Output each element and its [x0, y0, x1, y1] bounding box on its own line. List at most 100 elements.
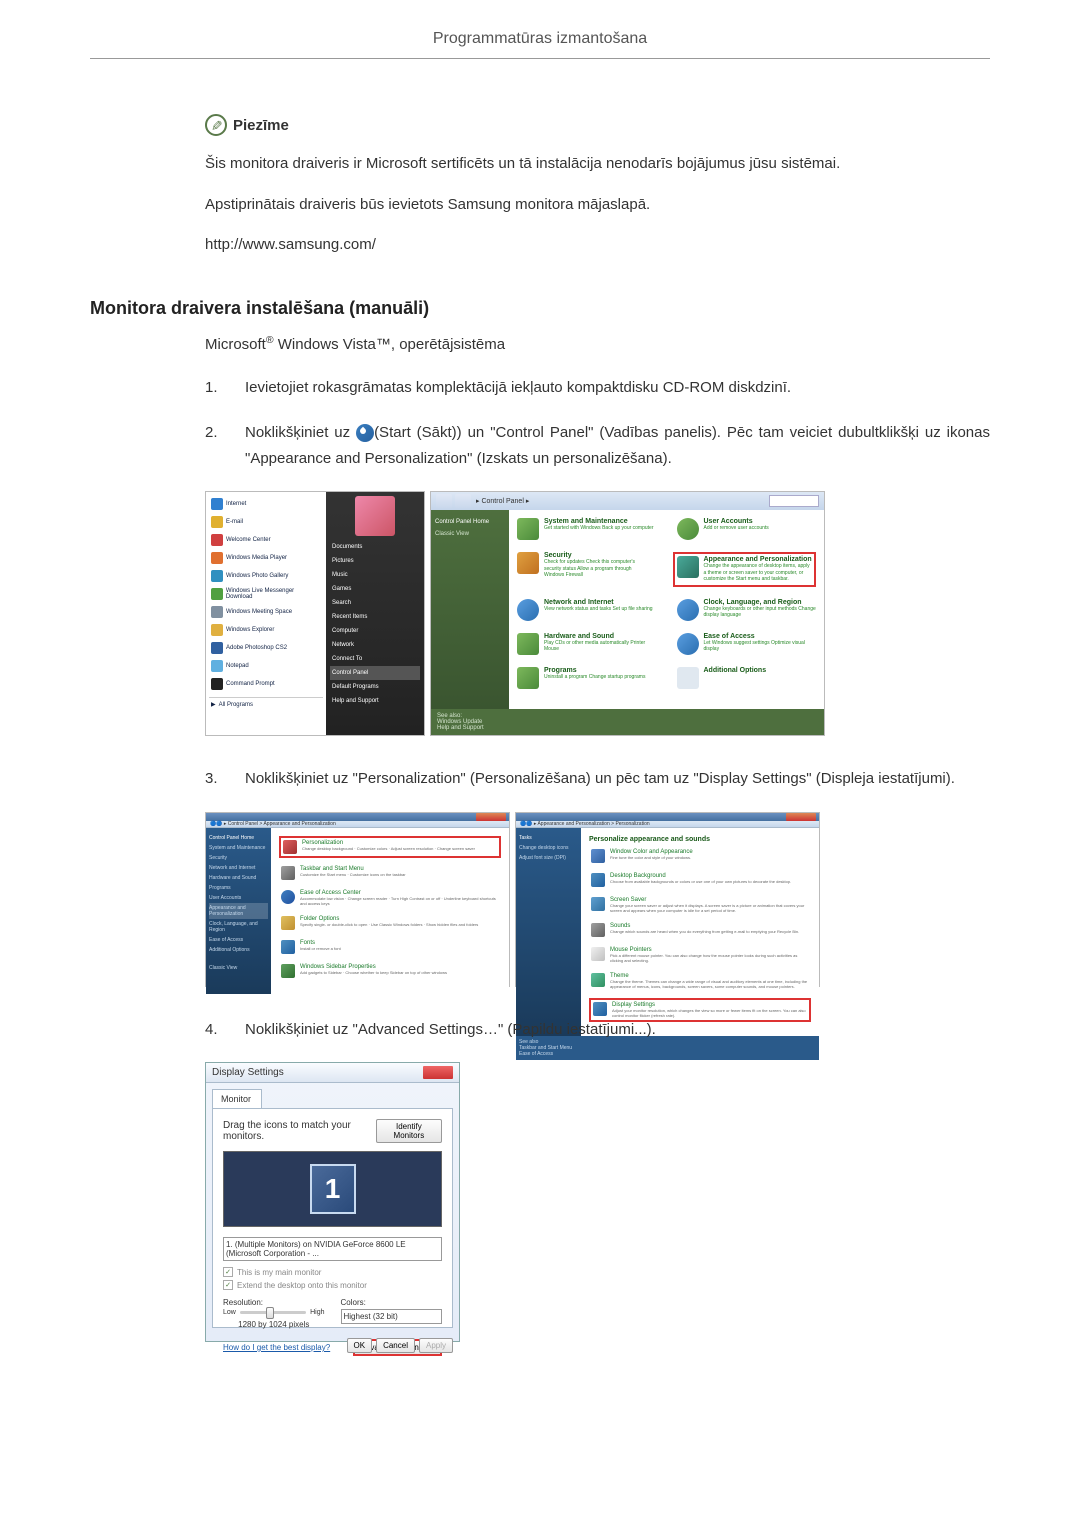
pz-item[interactable]: ThemeChange the theme. Themes can change…: [589, 971, 811, 991]
sm-right-item[interactable]: Search: [330, 596, 420, 610]
apply-button[interactable]: Apply: [419, 1338, 453, 1353]
cp-main: System and MaintenanceGet started with W…: [509, 510, 824, 709]
cp-category-clock[interactable]: Clock, Language, and RegionChange keyboa…: [677, 599, 817, 621]
sm-right-item[interactable]: Games: [330, 582, 420, 596]
ds-tab-monitor[interactable]: Monitor: [212, 1089, 262, 1108]
pz-addressbar: 🔵🔵 ▸ Appearance and Personalization > Pe…: [516, 821, 819, 828]
colors-dropdown[interactable]: Highest (32 bit): [341, 1309, 443, 1324]
pz-addressbar: 🔵🔵 ▸ Control Panel > Appearance and Pers…: [206, 821, 509, 828]
ds-drag-text: Drag the icons to match your monitors.: [223, 1120, 376, 1142]
identify-monitors-button[interactable]: Identify Monitors: [376, 1119, 442, 1143]
reg-mark: ®: [266, 334, 274, 346]
close-icon[interactable]: [423, 1066, 453, 1079]
cancel-button[interactable]: Cancel: [376, 1338, 415, 1353]
sm-item[interactable]: Windows Explorer: [209, 621, 323, 639]
sm-right-item[interactable]: Network: [330, 638, 420, 652]
step-list-3: 3. Noklikšķiniet uz "Personalization" (P…: [205, 766, 990, 792]
sm-item[interactable]: Welcome Center: [209, 531, 323, 549]
step-2: 2. Noklikšķiniet uz (Start (Sākt)) un "C…: [205, 420, 990, 471]
pz-sidebar: Tasks Change desktop icons Adjust font s…: [516, 828, 581, 1037]
sm-control-panel[interactable]: Control Panel: [330, 666, 420, 680]
sm-item[interactable]: Command Prompt: [209, 675, 323, 693]
cp-category-appearance[interactable]: Appearance and PersonalizationChange the…: [673, 552, 817, 587]
subheading: Microsoft® Windows Vista™, operētājsistē…: [205, 334, 990, 353]
step-2-num: 2.: [205, 420, 225, 471]
sm-right-item[interactable]: Pictures: [330, 554, 420, 568]
cp-category-network[interactable]: Network and InternetView network status …: [517, 599, 657, 621]
sm-item[interactable]: Windows Live Messenger Download: [209, 585, 323, 603]
forward-button[interactable]: [455, 494, 471, 508]
sm-all-programs[interactable]: ▶ All Programs: [209, 697, 323, 711]
screenshot-step-3: 🔵🔵 ▸ Control Panel > Appearance and Pers…: [205, 812, 990, 987]
cp-category-users[interactable]: User AccountsAdd or remove user accounts: [677, 518, 817, 540]
note-label: Piezīme: [233, 117, 289, 134]
cp-sidebar-title: Control Panel Home: [435, 516, 505, 528]
resolution-slider[interactable]: [240, 1311, 306, 1314]
res-low: Low: [223, 1309, 236, 1316]
start-orb-icon: [356, 424, 374, 442]
sm-item[interactable]: Windows Meeting Space: [209, 603, 323, 621]
sm-right-item[interactable]: Help and Support: [330, 694, 420, 708]
start-menu-left: Internet E-mail Welcome Center Windows M…: [206, 492, 326, 735]
monitor-icon[interactable]: 1: [310, 1164, 356, 1214]
cp-category-programs[interactable]: ProgramsUninstall a program Change start…: [517, 667, 657, 689]
cp-category-ease[interactable]: Ease of AccessLet Windows suggest settin…: [677, 633, 817, 655]
sm-item[interactable]: Notepad: [209, 657, 323, 675]
sm-right-item[interactable]: Music: [330, 568, 420, 582]
pz-item[interactable]: FontsInstall or remove a font: [279, 938, 501, 956]
pz-item[interactable]: Window Color and AppearanceFine tune the…: [589, 847, 811, 865]
cp-category-hardware[interactable]: Hardware and SoundPlay CDs or other medi…: [517, 633, 657, 655]
sm-item[interactable]: Windows Photo Gallery: [209, 567, 323, 585]
pz-item[interactable]: Windows Sidebar PropertiesAdd gadgets to…: [279, 962, 501, 980]
appearance-personalization-screenshot: 🔵🔵 ▸ Control Panel > Appearance and Pers…: [205, 812, 510, 987]
titlebar: [516, 813, 819, 821]
close-icon[interactable]: [476, 813, 506, 821]
search-input[interactable]: [769, 495, 819, 507]
ok-button[interactable]: OK: [347, 1338, 373, 1353]
res-high: High: [310, 1309, 324, 1316]
step-4: 4. Noklikšķiniet uz "Advanced Settings…"…: [205, 1017, 990, 1043]
pz-main: PersonalizationChange desktop background…: [271, 828, 509, 994]
start-menu-right: Documents Pictures Music Games Search Re…: [326, 492, 424, 735]
pz-item[interactable]: Mouse PointersPick a different mouse poi…: [589, 945, 811, 965]
step-1-num: 1.: [205, 375, 225, 401]
back-button[interactable]: [436, 494, 452, 508]
sm-item[interactable]: E-mail: [209, 513, 323, 531]
sm-item[interactable]: Windows Media Player: [209, 549, 323, 567]
pz-item[interactable]: Taskbar and Start MenuCustomize the Star…: [279, 864, 501, 882]
cp-category-security[interactable]: SecurityCheck for updates Check this com…: [517, 552, 653, 587]
step-1-text: Ievietojiet rokasgrāmatas komplektācijā …: [245, 375, 990, 401]
close-icon[interactable]: [786, 813, 816, 821]
cp-sidebar-item[interactable]: Classic View: [435, 528, 505, 540]
help-link[interactable]: How do I get the best display?: [223, 1343, 330, 1352]
step-2-text-a: Noklikšķiniet uz: [245, 424, 356, 441]
pz-item[interactable]: Screen SaverChange your screen saver or …: [589, 895, 811, 915]
sm-right-item[interactable]: Connect To: [330, 652, 420, 666]
sm-item[interactable]: Adobe Photoshop CS2: [209, 639, 323, 657]
cp-category-system[interactable]: System and MaintenanceGet started with W…: [517, 518, 657, 540]
monitor-area[interactable]: 1: [223, 1151, 442, 1227]
user-avatar: [355, 496, 395, 536]
sm-right-item[interactable]: Default Programs: [330, 680, 420, 694]
note-text-3: http://www.samsung.com/: [205, 232, 990, 258]
pz-item[interactable]: Desktop BackgroundChoose from available …: [589, 871, 811, 889]
checkbox-main-monitor[interactable]: ✓This is my main monitor: [223, 1267, 442, 1277]
step-2-text: Noklikšķiniet uz (Start (Sākt)) un "Cont…: [245, 420, 990, 471]
pz-item[interactable]: Folder OptionsSpecify single- or double-…: [279, 914, 501, 932]
cp-category-additional[interactable]: Additional Options: [677, 667, 817, 689]
sm-right-item[interactable]: Computer: [330, 624, 420, 638]
monitor-dropdown[interactable]: 1. (Multiple Monitors) on NVIDIA GeForce…: [223, 1237, 442, 1261]
checkbox-extend-desktop[interactable]: ✓Extend the desktop onto this monitor: [223, 1280, 442, 1290]
note-box: Piezīme Šis monitora draiveris ir Micros…: [205, 114, 990, 258]
pz-item[interactable]: Ease of Access CenterAccommodate low vis…: [279, 888, 501, 908]
resolution-value: 1280 by 1024 pixels: [223, 1320, 325, 1329]
sm-item[interactable]: Internet: [209, 495, 323, 513]
pz-item[interactable]: SoundsChange which sounds are heard when…: [589, 921, 811, 939]
sm-right-item[interactable]: Recent Items: [330, 610, 420, 624]
step-3-num: 3.: [205, 766, 225, 792]
step-1: 1. Ievietojiet rokasgrāmatas komplektāci…: [205, 375, 990, 401]
pz-personalization[interactable]: PersonalizationChange desktop background…: [279, 836, 501, 858]
sm-right-item[interactable]: Documents: [330, 540, 420, 554]
subheading-suffix: , operētājsistēma: [391, 336, 505, 353]
step-3: 3. Noklikšķiniet uz "Personalization" (P…: [205, 766, 990, 792]
